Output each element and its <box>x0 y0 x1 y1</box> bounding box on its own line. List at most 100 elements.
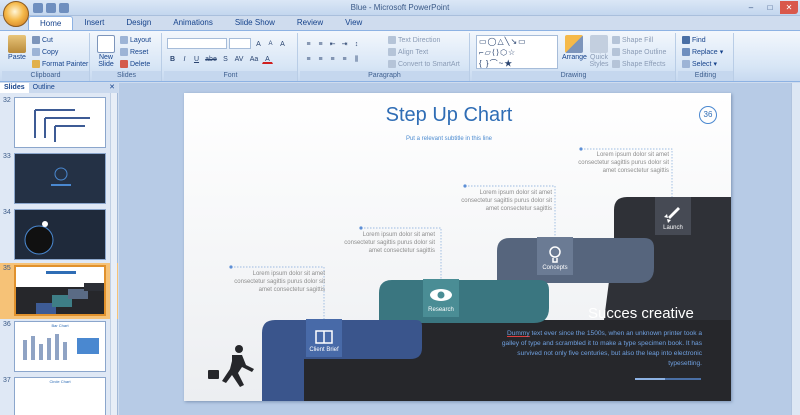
find-button[interactable]: Find <box>682 36 706 44</box>
font-family-dropdown[interactable] <box>167 38 227 49</box>
window-title: Blue - Microsoft PowerPoint <box>350 3 450 12</box>
bold-button[interactable]: B <box>167 53 178 64</box>
decrease-indent-icon[interactable]: ⇤ <box>327 38 338 49</box>
shape-outline-button[interactable]: Shape Outline <box>612 48 666 56</box>
reset-icon <box>120 48 128 56</box>
close-button[interactable]: ✕ <box>780 1 798 14</box>
quick-styles-button[interactable]: Quick Styles <box>588 35 610 68</box>
char-spacing-button[interactable]: AV <box>232 53 246 64</box>
chevron-down-icon: ▾ <box>713 61 717 68</box>
thumbnail-row[interactable]: 33 <box>0 151 118 207</box>
shape-fill-button[interactable]: Shape Fill <box>612 36 653 44</box>
close-panel-icon[interactable]: ✕ <box>109 83 118 93</box>
annotation-text[interactable]: Lorem ipsum dolor sit amet consectetur s… <box>573 151 669 175</box>
paste-button[interactable]: Paste <box>6 35 28 61</box>
slide-subtitle[interactable]: Put a relevant subtitle in this line <box>184 136 714 142</box>
office-button[interactable] <box>3 1 29 27</box>
canvas-scrollbar[interactable] <box>791 83 800 415</box>
bullets-icon[interactable]: ≡ <box>303 38 314 49</box>
shrink-font-button[interactable]: A <box>265 38 276 49</box>
tab-insert[interactable]: Insert <box>73 16 115 30</box>
thumbnail-row[interactable]: 34 <box>0 207 118 263</box>
text-direction-icon <box>388 36 396 44</box>
font-size-buttons: A A A <box>253 38 288 49</box>
clear-format-button[interactable]: A <box>277 38 288 49</box>
shadow-button[interactable]: S <box>220 53 231 64</box>
copy-button[interactable]: Copy <box>32 48 58 56</box>
tab-slide-show[interactable]: Slide Show <box>224 16 286 30</box>
shape-effects-button[interactable]: Shape Effects <box>612 60 665 68</box>
annotation-text[interactable]: Lorem ipsum dolor sit amet consectetur s… <box>339 231 435 255</box>
increase-indent-icon[interactable]: ⇥ <box>339 38 350 49</box>
clipboard-group-label: Clipboard <box>2 71 89 81</box>
columns-icon[interactable]: ⫼ <box>351 53 362 64</box>
underline-button[interactable]: U <box>191 53 202 64</box>
change-case-button[interactable]: Aa <box>247 53 261 64</box>
convert-smartart-button[interactable]: Convert to SmartArt <box>388 60 460 68</box>
tab-view[interactable]: View <box>334 16 373 30</box>
annotation-text[interactable]: Lorem ipsum dolor sit amet consectetur s… <box>229 270 325 294</box>
tab-outline[interactable]: Outline <box>29 83 59 93</box>
slide[interactable]: Step Up Chart Put a relevant subtitle in… <box>184 93 731 401</box>
layout-button[interactable]: Layout <box>120 36 151 44</box>
slide-title[interactable]: Step Up Chart <box>184 104 714 127</box>
new-slide-label: New <box>98 54 113 61</box>
numbering-icon[interactable]: ≡ <box>315 38 326 49</box>
justify-icon[interactable]: ≡ <box>339 53 350 64</box>
grow-font-button[interactable]: A <box>253 38 264 49</box>
binoculars-icon <box>682 36 690 44</box>
minimize-button[interactable]: – <box>742 1 760 14</box>
font-size-dropdown[interactable] <box>229 38 251 49</box>
slide-thumbnail[interactable]: Bar Chart <box>14 321 106 372</box>
select-button[interactable]: Select ▾ <box>682 60 717 68</box>
delete-button[interactable]: Delete <box>120 60 150 68</box>
section-heading[interactable]: Succes creative <box>588 305 694 322</box>
thumbnail-row-selected[interactable]: 35 <box>0 263 118 319</box>
thumbnail-row[interactable]: 36 Bar Chart <box>0 319 118 375</box>
tab-slides[interactable]: Slides <box>0 83 29 93</box>
editing-group: Find Replace ▾ Select ▾ Editing <box>678 33 734 81</box>
slide-thumbnail[interactable] <box>14 209 106 260</box>
shapes-gallery[interactable]: ▭◯△╲↘▭ ⌐▱⟨⟩⬡☆{ }⌒~★ <box>476 35 558 69</box>
italic-button[interactable]: I <box>179 53 190 64</box>
page-number-badge: 36 <box>699 106 717 124</box>
cut-button[interactable]: Cut <box>32 36 53 44</box>
slide-thumbnail[interactable] <box>14 265 106 316</box>
replace-button[interactable]: Replace ▾ <box>682 48 723 56</box>
convert-smartart-label: Convert to SmartArt <box>398 60 460 68</box>
thumbnail-row[interactable]: 37 Circle Chart <box>0 375 118 415</box>
tab-review[interactable]: Review <box>286 16 334 30</box>
align-text-button[interactable]: Align Text <box>388 48 428 56</box>
align-center-icon[interactable]: ≡ <box>315 53 326 64</box>
tab-animations[interactable]: Animations <box>162 16 224 30</box>
thumbnail-row[interactable]: 32 <box>0 95 118 151</box>
slide-thumbnail[interactable] <box>14 97 106 148</box>
thumbnail-graphic <box>16 271 104 314</box>
align-buttons: ≡ ≡ ≡ ≡ ⫼ <box>303 53 362 64</box>
slide-number: 32 <box>3 97 11 104</box>
effects-icon <box>612 60 620 68</box>
copy-icon <box>32 48 40 56</box>
layout-label: Layout <box>130 36 152 44</box>
body-paragraph[interactable]: Dummy text ever since the 1500s, when an… <box>500 329 702 369</box>
tab-home[interactable]: Home <box>28 16 74 30</box>
slide-thumbnail[interactable] <box>14 153 106 204</box>
strikethrough-button[interactable]: abe <box>203 53 219 64</box>
align-left-icon[interactable]: ≡ <box>303 53 314 64</box>
panel-scrollbar[interactable] <box>110 93 117 415</box>
font-color-button[interactable]: A <box>262 53 273 64</box>
font-group-label: Font <box>164 71 297 81</box>
annotation-text[interactable]: Lorem ipsum dolor sit amet consectetur s… <box>456 189 552 213</box>
line-spacing-icon[interactable]: ↕ <box>351 38 362 49</box>
reset-button[interactable]: Reset <box>120 48 148 56</box>
slide-thumbnail[interactable]: Circle Chart <box>14 377 106 415</box>
arrange-button[interactable]: Arrange <box>562 35 587 61</box>
tab-design[interactable]: Design <box>115 16 162 30</box>
new-slide-button[interactable]: New Slide <box>95 35 117 68</box>
format-painter-button[interactable]: Format Painter <box>32 60 88 68</box>
maximize-button[interactable]: □ <box>761 1 779 14</box>
select-icon <box>682 60 690 68</box>
text-direction-button[interactable]: Text Direction <box>388 36 440 44</box>
align-right-icon[interactable]: ≡ <box>327 53 338 64</box>
clipboard-group: Paste Cut Copy Format Painter Clipboard <box>2 33 90 81</box>
